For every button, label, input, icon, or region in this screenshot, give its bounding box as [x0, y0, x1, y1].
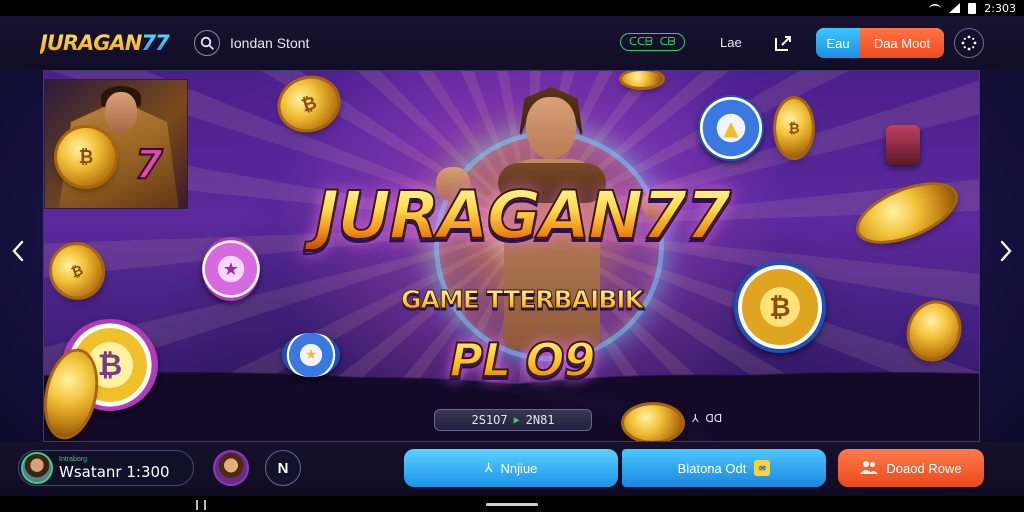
search-icon[interactable]	[194, 30, 220, 56]
brand-logo[interactable]: JURAGAN77	[40, 31, 190, 55]
ticket-icon: ✉	[754, 460, 771, 476]
coin-icon	[624, 405, 682, 441]
app-screen: 2:303 JURAGAN77 ᑕᑕᗷ ᑕᗷ Lae Eau Daa Moot	[0, 0, 1024, 512]
menu-dots-icon[interactable]	[954, 28, 984, 58]
coin-icon	[622, 71, 662, 87]
status-time: 2:303	[984, 1, 1016, 15]
status-pill[interactable]: ᑕᑕᗷ ᑕᗷ	[620, 33, 685, 51]
promo-thumbnail[interactable]: ₿ 7	[44, 79, 188, 209]
avatar[interactable]	[213, 450, 249, 486]
avatar[interactable]	[21, 452, 53, 484]
banner-corner-badge: ⅄ ᗡᗡ	[692, 412, 723, 425]
banner-info-pill[interactable]: 2S1O7 ▶ 2N81	[434, 409, 592, 431]
language-selector[interactable]: Lae	[720, 35, 742, 50]
banner-subtitle: GAME TTERBAIBIK	[312, 285, 732, 315]
action-label: Blatona Odt	[677, 460, 747, 476]
top-bar: JURAGAN77 ᑕᑕᗷ ᑕᗷ Lae Eau Daa Moot	[0, 16, 1024, 70]
status-bar: 2:303	[0, 0, 1024, 16]
info-pill-left: 2S1O7	[471, 413, 508, 427]
action-label: Doaod Rowe	[886, 460, 962, 476]
cta-left-label: Eau	[816, 28, 860, 58]
user-balance-chip[interactable]: Intraborg Wsatanr 1:300	[18, 450, 194, 486]
system-nav-bar	[0, 496, 1024, 512]
signal-icon	[949, 3, 961, 13]
banner-promo-code: PL O9	[402, 332, 642, 388]
wifi-icon	[929, 4, 942, 12]
balance-value: 1:300	[126, 463, 170, 481]
user-tag: Intraborg	[59, 456, 88, 463]
search-input[interactable]	[230, 35, 360, 51]
chevron-right-icon[interactable]	[996, 236, 1016, 266]
poker-chip-icon: ★	[282, 333, 340, 377]
battery-icon	[968, 2, 977, 14]
user-balance: Wsatanr 1:300	[59, 465, 170, 480]
poker-chip-icon: ▲	[698, 95, 764, 161]
user-info: Intraborg Wsatanr 1:300	[59, 456, 170, 480]
logo-accent: 77	[141, 31, 169, 55]
person-group-icon	[860, 460, 879, 477]
bottom-bar: Intraborg Wsatanr 1:300 N ⅄ Nnjiue Blato…	[0, 442, 1024, 496]
coin-icon: ₿	[57, 128, 115, 186]
status-dot-icon: ▶	[513, 414, 520, 426]
balance-label: Wsatanr	[59, 463, 122, 481]
poker-chip-icon: ₿	[734, 261, 826, 353]
hero-banner[interactable]: ₿ ▲ ₿ ₿ ₿ ★ ₿ ★ ₿ 7 JURAGAN77 GAME TTERB…	[43, 70, 980, 442]
hero-head	[526, 97, 576, 159]
logo-main: JURAGAN	[40, 31, 142, 55]
gem-icon	[886, 125, 920, 165]
action-button-register[interactable]: Doaod Rowe	[838, 449, 984, 487]
chevron-left-icon[interactable]	[8, 236, 28, 266]
action-icon: ⅄	[484, 460, 493, 475]
recent-apps-icon[interactable]	[196, 500, 206, 510]
signin-register-button[interactable]: Eau Daa Moot	[816, 28, 944, 58]
coin-icon: ₿	[776, 99, 812, 157]
action-label: Nnjiue	[500, 460, 538, 476]
search-bar[interactable]	[194, 28, 374, 58]
thumbnail-number: 7	[134, 141, 164, 189]
home-handle[interactable]	[486, 503, 538, 506]
notification-button[interactable]: N	[265, 450, 301, 486]
action-button-primary[interactable]: ⅄ Nnjiue	[404, 449, 618, 487]
cta-right-label: Daa Moot	[860, 28, 944, 58]
banner-title: JURAGAN77	[252, 182, 792, 250]
share-icon[interactable]	[772, 32, 796, 54]
action-button-secondary[interactable]: Blatona Odt ✉	[622, 449, 826, 487]
info-pill-right: 2N81	[525, 413, 555, 427]
thumbnail-face	[105, 92, 137, 132]
